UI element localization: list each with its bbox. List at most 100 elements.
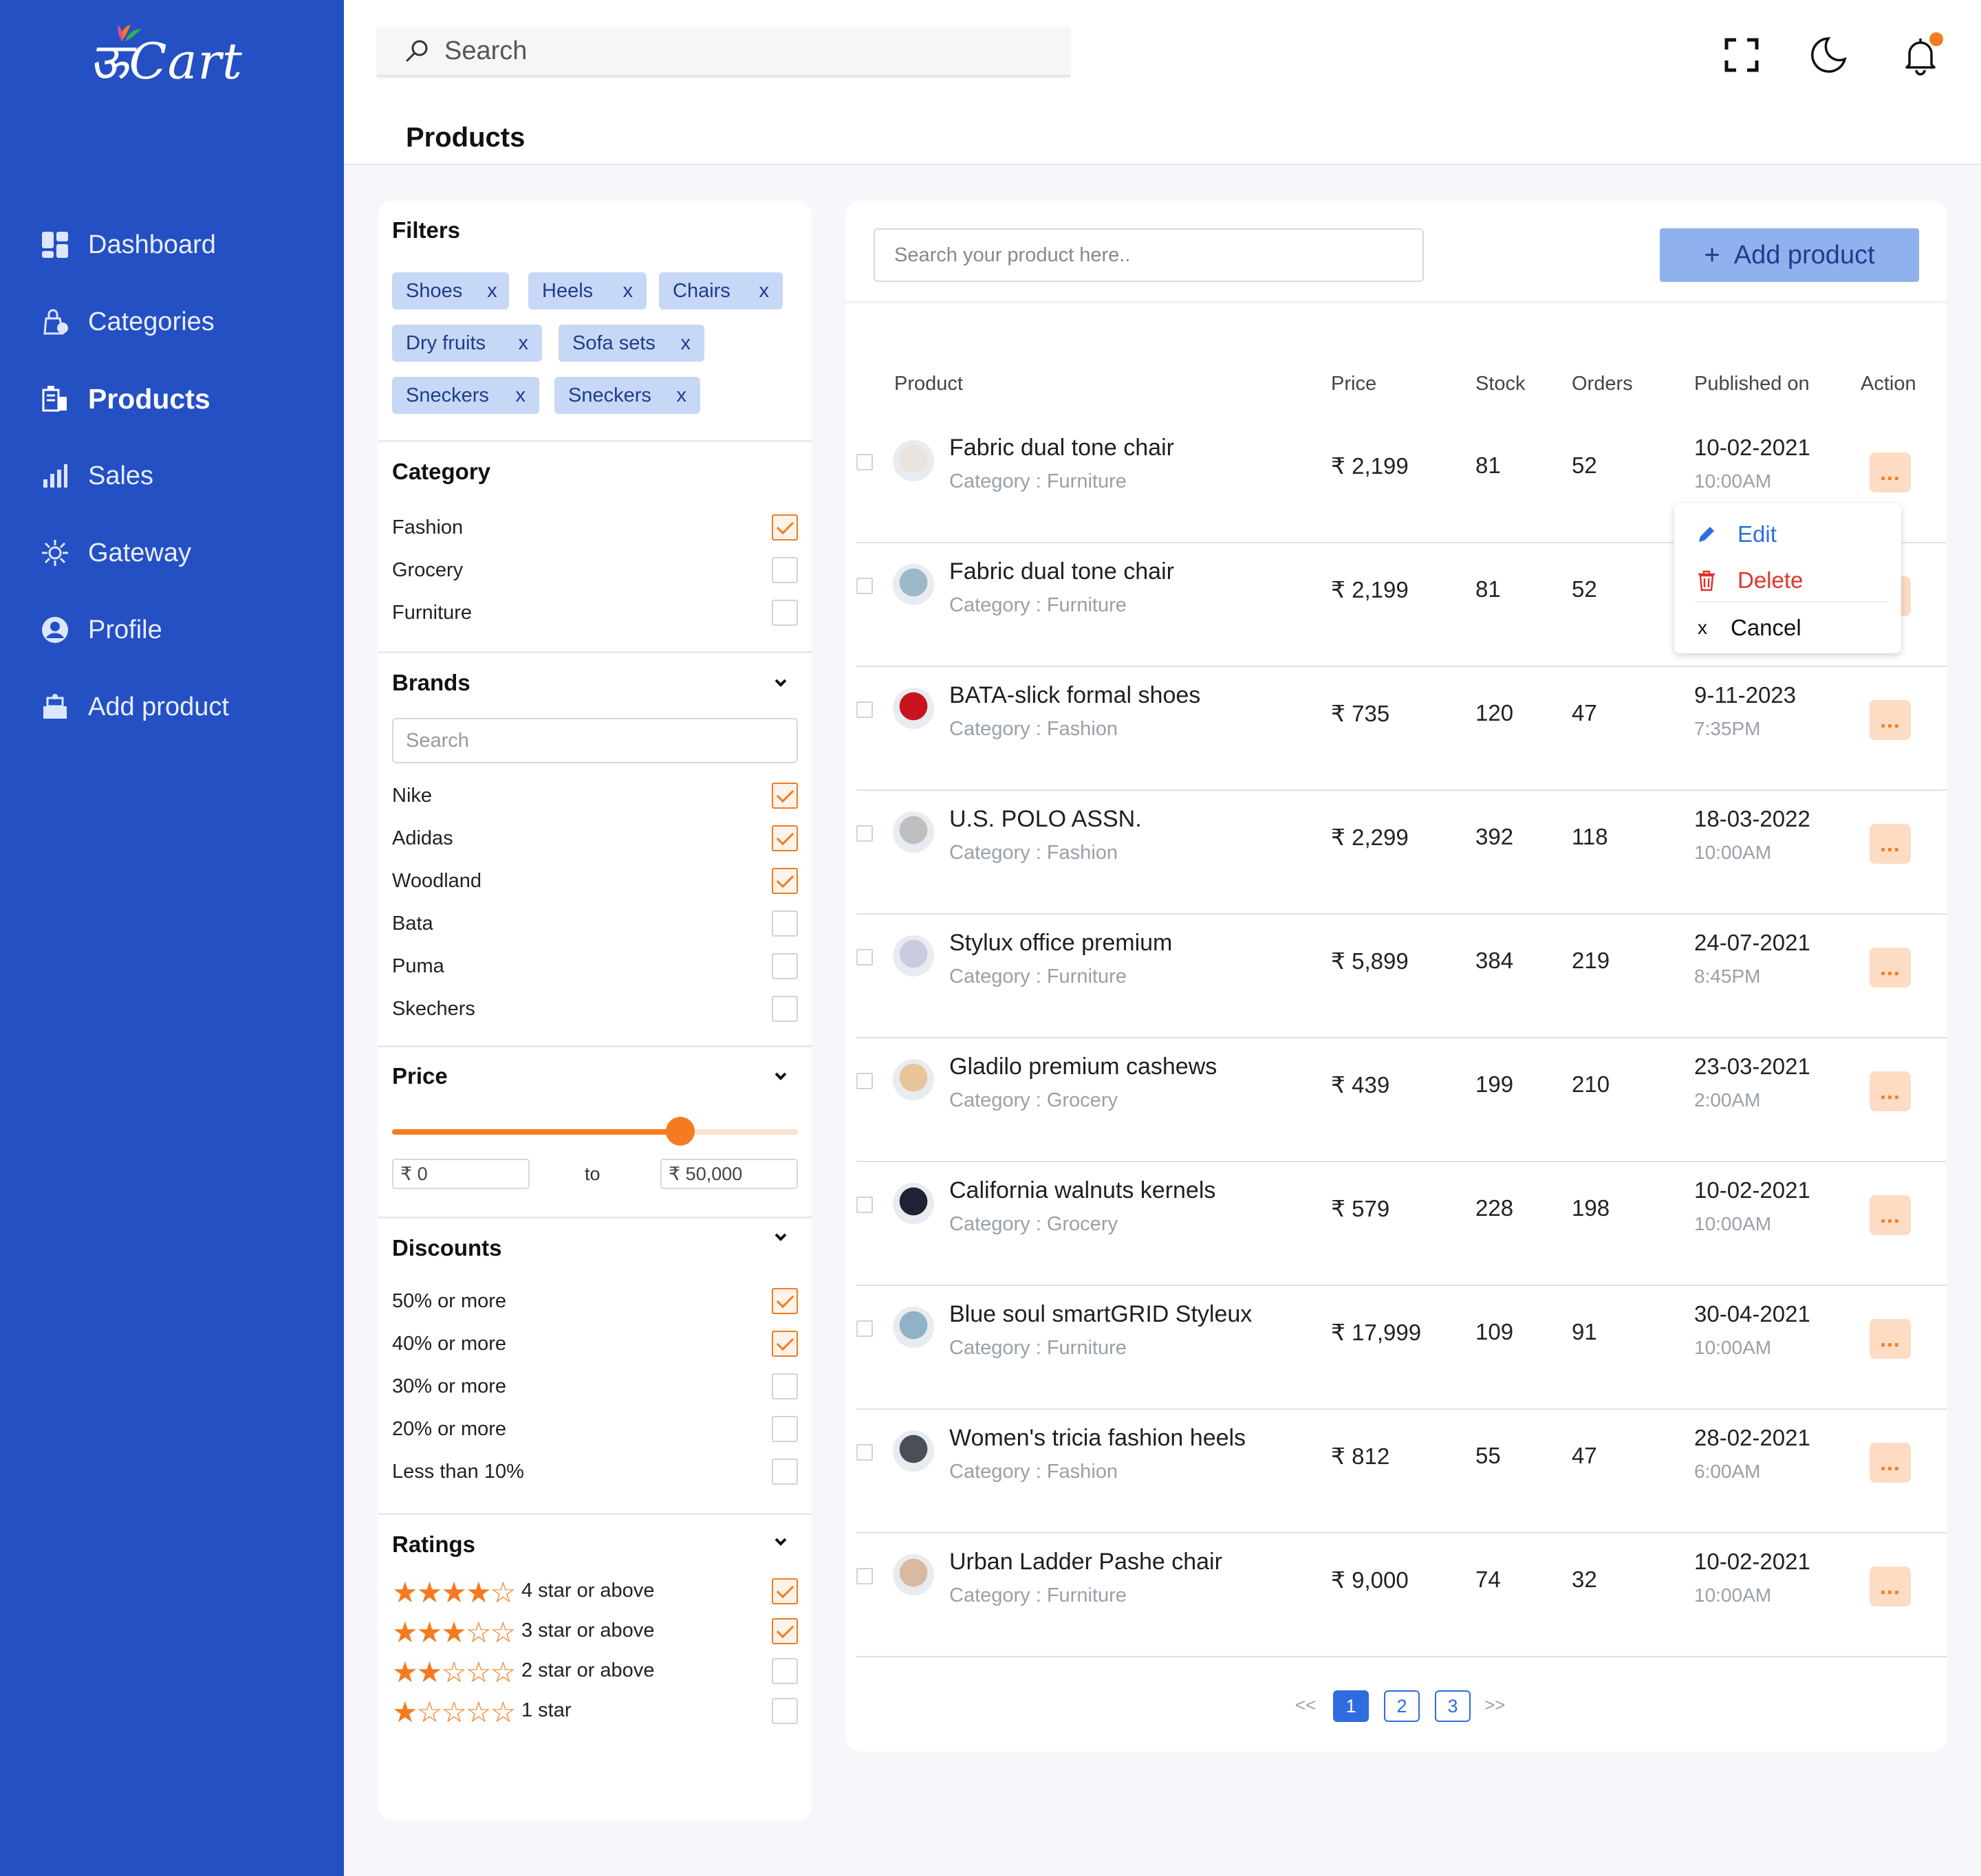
filter-chip[interactable]: Sofa sets x — [559, 325, 704, 362]
more-options-button[interactable]: ... — [1870, 824, 1911, 864]
brand-option[interactable]: Nike — [392, 782, 798, 809]
category-option[interactable]: Furniture — [392, 599, 798, 626]
global-search-input[interactable] — [444, 36, 995, 66]
product-name[interactable]: California walnuts kernels — [949, 1177, 1215, 1204]
table-row[interactable]: BATA-slick formal shoes Category : Fashio… — [856, 667, 1947, 791]
discount-checkbox[interactable] — [772, 1331, 798, 1357]
dark-mode-icon[interactable] — [1808, 34, 1849, 76]
sidebar-item-sales[interactable]: Sales — [0, 437, 344, 514]
brand-checkbox[interactable] — [772, 825, 798, 851]
category-option[interactable]: Fashion — [392, 514, 798, 541]
discount-option[interactable]: 20% or more — [392, 1415, 798, 1443]
global-search[interactable] — [377, 28, 1070, 77]
brand-option[interactable]: Skechers — [392, 995, 798, 1023]
column-header-orders[interactable]: Orders — [1572, 373, 1633, 395]
more-options-button[interactable]: ... — [1870, 1319, 1911, 1359]
pagination-page-2[interactable]: 2 — [1384, 1690, 1420, 1722]
filter-chip[interactable]: Sneckers x — [392, 377, 539, 414]
more-options-button[interactable]: ... — [1870, 1071, 1911, 1111]
brand-checkbox[interactable] — [772, 953, 798, 979]
row-checkbox[interactable] — [856, 949, 873, 966]
discount-checkbox[interactable] — [772, 1416, 798, 1442]
close-icon[interactable]: x — [623, 280, 634, 303]
product-name[interactable]: Stylux office premium — [949, 930, 1172, 957]
pagination-page-1[interactable]: 1 — [1333, 1690, 1369, 1722]
row-checkbox[interactable] — [856, 1073, 873, 1089]
rating-checkbox[interactable] — [772, 1658, 798, 1684]
brand-option[interactable]: Adidas — [392, 825, 798, 852]
sidebar-item-products[interactable]: Products — [0, 360, 344, 437]
row-checkbox[interactable] — [856, 1444, 873, 1461]
table-row[interactable]: Stylux office premium Category : Furnitur… — [856, 915, 1947, 1038]
filter-chip[interactable]: Dry fruits x — [392, 325, 542, 362]
row-checkbox[interactable] — [856, 454, 873, 470]
brand-search-input[interactable] — [392, 718, 798, 763]
brand-option[interactable]: Puma — [392, 952, 798, 980]
row-checkbox[interactable] — [856, 1197, 873, 1213]
table-row[interactable]: Women's tricia fashion heels Category : F… — [856, 1410, 1947, 1534]
logo[interactable]: ऊCart — [89, 25, 243, 94]
sidebar-item-dashboard[interactable]: Dashboard — [0, 206, 344, 283]
rating-stars-4[interactable]: ★★★★☆ — [392, 1578, 516, 1607]
product-name[interactable]: Women's tricia fashion heels — [949, 1425, 1246, 1452]
pagination-next[interactable]: >> — [1484, 1694, 1505, 1716]
close-icon[interactable]: x — [681, 332, 691, 355]
product-name[interactable]: Blue soul smartGRID Styleux — [949, 1301, 1252, 1328]
discount-option[interactable]: 50% or more — [392, 1287, 798, 1315]
row-checkbox[interactable] — [856, 701, 873, 718]
discounts-chevron-down-icon[interactable] — [770, 1227, 791, 1247]
category-checkbox[interactable] — [772, 600, 798, 626]
menu-edit[interactable]: Edit — [1695, 517, 1777, 552]
column-header-product[interactable]: Product — [894, 373, 963, 395]
pagination-prev[interactable]: << — [1295, 1694, 1316, 1716]
row-checkbox[interactable] — [856, 825, 873, 842]
sidebar-item-add-product[interactable]: Add product — [0, 668, 344, 745]
column-header-price[interactable]: Price — [1331, 373, 1376, 395]
add-product-button[interactable]: + Add product — [1660, 228, 1919, 282]
rating-stars-1[interactable]: ★☆☆☆☆ — [392, 1698, 516, 1727]
notification-bell-icon[interactable] — [1900, 30, 1945, 76]
product-name[interactable]: Fabric dual tone chair — [949, 435, 1174, 461]
discount-checkbox[interactable] — [772, 1373, 798, 1399]
column-header-stock[interactable]: Stock — [1475, 373, 1526, 395]
sidebar-item-gateway[interactable]: Gateway — [0, 514, 344, 591]
column-header-published-on[interactable]: Published on — [1694, 373, 1810, 395]
brand-checkbox[interactable] — [772, 996, 798, 1022]
filter-chip[interactable]: Sneckers x — [554, 377, 700, 414]
menu-cancel[interactable]: x Cancel — [1695, 611, 1801, 645]
category-option[interactable]: Grocery — [392, 556, 798, 584]
sidebar-item-categories[interactable]: Categories — [0, 283, 344, 360]
price-slider[interactable] — [392, 1117, 798, 1146]
discount-checkbox[interactable] — [772, 1288, 798, 1314]
discount-checkbox[interactable] — [772, 1459, 798, 1485]
rating-stars-3[interactable]: ★★★☆☆ — [392, 1618, 516, 1647]
product-name[interactable]: Fabric dual tone chair — [949, 558, 1174, 585]
product-name[interactable]: Gladilo premium cashews — [949, 1054, 1217, 1080]
brand-option[interactable]: Bata — [392, 910, 798, 937]
rating-checkbox[interactable] — [772, 1618, 798, 1644]
close-icon[interactable]: x — [519, 332, 529, 355]
sidebar-item-profile[interactable]: Profile — [0, 591, 344, 668]
price-slider-handle[interactable] — [665, 1117, 695, 1146]
category-checkbox[interactable] — [772, 557, 798, 583]
more-options-button[interactable]: ... — [1870, 1443, 1911, 1483]
filter-chip[interactable]: Heels x — [528, 272, 647, 309]
filter-chip[interactable]: Chairs x — [659, 272, 783, 309]
discount-option[interactable]: Less than 10% — [392, 1458, 798, 1485]
price-min-input[interactable] — [392, 1159, 530, 1189]
price-max-input[interactable] — [660, 1159, 798, 1189]
product-name[interactable]: BATA-slick formal shoes — [949, 682, 1200, 709]
product-search-input[interactable] — [874, 228, 1424, 282]
row-checkbox[interactable] — [856, 1320, 873, 1337]
row-checkbox[interactable] — [856, 578, 873, 594]
product-name[interactable]: U.S. POLO ASSN. — [949, 806, 1142, 833]
more-options-button[interactable]: ... — [1870, 452, 1911, 492]
rating-checkbox[interactable] — [772, 1578, 798, 1604]
table-row[interactable]: California walnuts kernels Category : Gro… — [856, 1162, 1947, 1286]
brand-option[interactable]: Woodland — [392, 867, 798, 895]
close-icon[interactable]: x — [759, 280, 770, 303]
more-options-button[interactable]: ... — [1870, 948, 1911, 988]
table-row[interactable]: Urban Ladder Pashe chair Category : Furni… — [856, 1534, 1947, 1657]
table-row[interactable]: Gladilo premium cashews Category : Grocer… — [856, 1038, 1947, 1162]
more-options-button[interactable]: ... — [1870, 700, 1911, 740]
